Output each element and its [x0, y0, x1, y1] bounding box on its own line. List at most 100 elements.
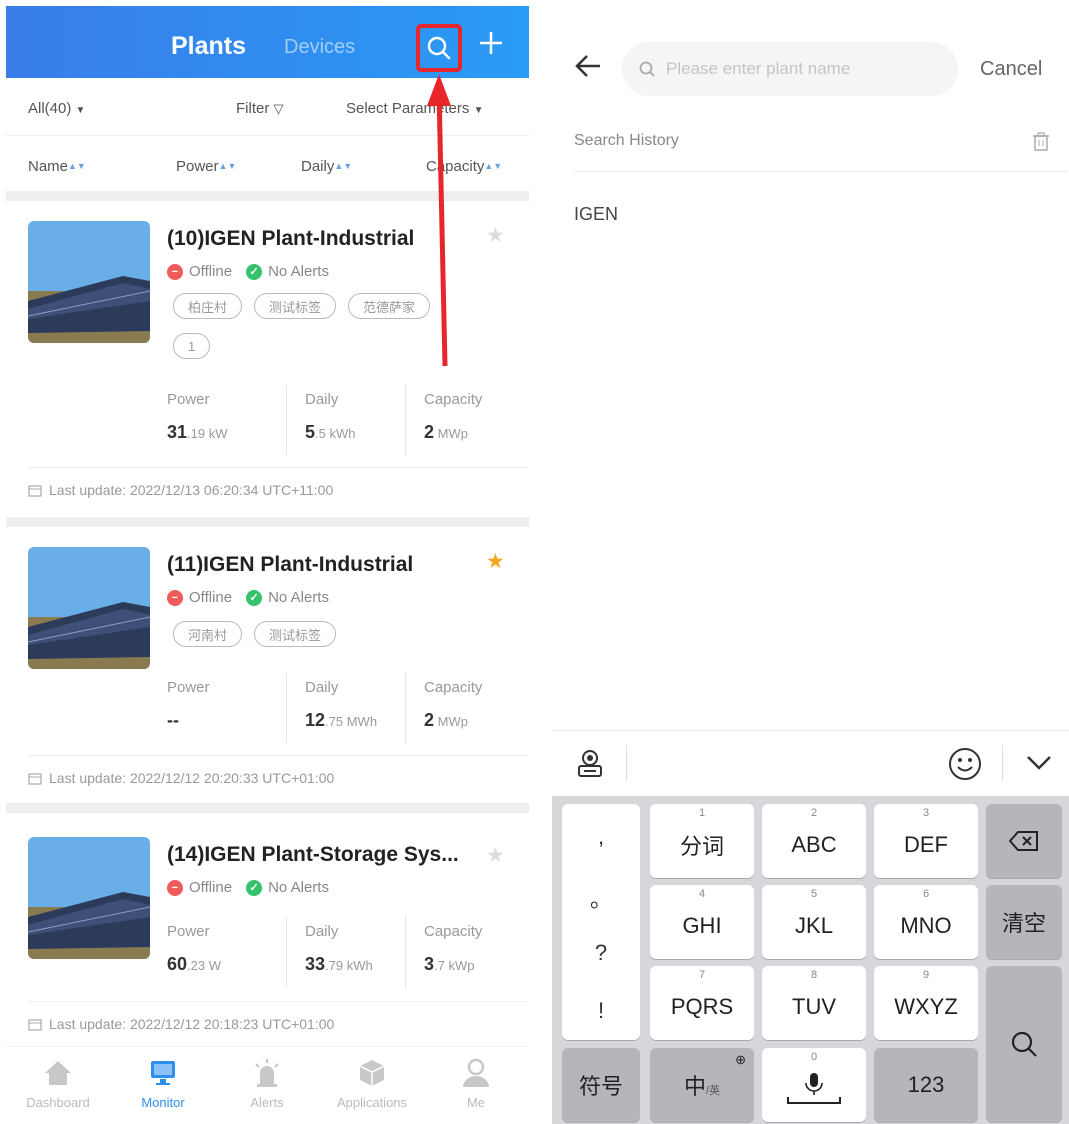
delete-history-button[interactable] — [1032, 132, 1050, 157]
plant-metrics: Power -- Daily 12.75 MWh Capacity 2 MWp — [167, 673, 527, 743]
smiley-icon — [949, 748, 981, 780]
daily-value: 12.75 MWh — [305, 710, 378, 730]
tag: 河南村 — [173, 621, 243, 647]
all-filter-dropdown[interactable]: All(40) ▼ — [28, 100, 85, 117]
home-icon — [8, 1057, 108, 1089]
tab-devices[interactable]: Devices — [284, 36, 355, 59]
check-icon: ✓ — [246, 263, 263, 280]
sort-name[interactable]: Name▲▼ — [28, 158, 86, 175]
favorite-star-icon[interactable]: ★ — [486, 223, 505, 248]
power-value: 31.19 kW — [167, 422, 228, 442]
favorite-star-icon[interactable]: ★ — [486, 549, 505, 574]
tag: 测试标签 — [254, 621, 337, 647]
nav-alerts[interactable]: Alerts — [217, 1057, 317, 1110]
key-5[interactable]: 5 JKL — [762, 885, 866, 959]
divider — [6, 517, 529, 527]
last-update: Last update: 2022/12/13 06:20:34 UTC+11:… — [28, 467, 528, 498]
plants-screen: Plants Devices All(40) ▼ Filter ▽ Select… — [6, 6, 529, 1124]
sort-arrows-icon: ▲▼ — [334, 161, 353, 171]
capacity-value: 3.7 kWp — [424, 954, 475, 974]
language-switch-key[interactable]: ⊕ 中/英 — [650, 1048, 754, 1122]
tag: 测试标签 — [254, 293, 337, 319]
daily-value: 33.79 kWh — [305, 954, 373, 974]
space-key[interactable]: 0 — [762, 1048, 866, 1122]
cancel-button[interactable]: Cancel — [980, 58, 1042, 81]
plant-thumbnail — [28, 837, 150, 959]
alert-siren-icon — [217, 1057, 317, 1089]
search-screen: Cancel Search History IGEN , 。 ? ! 1分词 2… — [552, 6, 1069, 1124]
sort-daily[interactable]: Daily▲▼ — [301, 158, 352, 175]
plus-icon — [480, 32, 502, 54]
clear-key[interactable]: 清空 — [986, 885, 1062, 959]
search-icon — [427, 36, 451, 60]
sort-power[interactable]: Power▲▼ — [176, 158, 236, 175]
plant-thumbnail — [28, 547, 150, 669]
key-3[interactable]: 3 DEF — [874, 804, 978, 878]
caret-down-icon: ▼ — [75, 105, 86, 116]
backspace-icon — [1009, 831, 1038, 851]
plant-title: (14)IGEN Plant-Storage Sys... — [167, 843, 459, 866]
search-icon — [1011, 1031, 1037, 1057]
plant-status: − Offline ✓ No Alerts — [167, 263, 329, 280]
monitor-icon — [113, 1057, 213, 1089]
search-button[interactable] — [416, 24, 462, 72]
microphone-icon — [787, 1073, 841, 1104]
nav-monitor[interactable]: Monitor — [113, 1057, 213, 1110]
sort-capacity[interactable]: Capacity▲▼ — [426, 158, 502, 175]
keyboard-toolbar — [552, 730, 1069, 796]
search-field[interactable] — [622, 42, 958, 96]
tag: 范德萨家 — [348, 293, 431, 319]
plant-card[interactable]: (14)IGEN Plant-Storage Sys... ★ − Offline… — [6, 813, 529, 1046]
key-period[interactable]: 。 — [562, 882, 640, 914]
symbols-key[interactable]: 符号 — [562, 1048, 640, 1122]
select-parameters-dropdown[interactable]: Select Parameters ▼ — [346, 100, 483, 117]
last-update: Last update: 2022/12/12 20:20:33 UTC+01:… — [28, 755, 528, 786]
key-question[interactable]: ? — [562, 940, 640, 966]
plant-card[interactable]: (10)IGEN Plant-Industrial ★ − Offline ✓ No… — [6, 201, 529, 517]
key-6[interactable]: 6 MNO — [874, 885, 978, 959]
collapse-keyboard-button[interactable] — [1026, 755, 1052, 776]
key-exclaim[interactable]: ! — [562, 998, 640, 1024]
nav-dashboard[interactable]: Dashboard — [8, 1057, 108, 1110]
search-input[interactable] — [666, 59, 936, 79]
search-key[interactable] — [986, 966, 1062, 1122]
key-1[interactable]: 1 分词 — [650, 804, 754, 878]
sort-arrows-icon: ▲▼ — [484, 161, 503, 171]
key-comma[interactable]: , — [562, 824, 640, 850]
bottom-navigation: Dashboard Monitor Alerts Applications Me — [6, 1046, 529, 1124]
plant-card[interactable]: (11)IGEN Plant-Industrial ★ − Offline ✓ No… — [6, 527, 529, 803]
nav-me[interactable]: Me — [426, 1057, 526, 1110]
key-9[interactable]: 9 WXYZ — [874, 966, 978, 1040]
divider — [6, 803, 529, 813]
key-4[interactable]: 4 GHI — [650, 885, 754, 959]
numbers-key[interactable]: 123 — [874, 1048, 978, 1122]
power-value: 60.23 W — [167, 954, 221, 974]
favorite-star-icon[interactable]: ★ — [486, 843, 505, 868]
punctuation-column[interactable]: , 。 ? ! — [562, 804, 640, 1040]
calendar-icon — [28, 772, 42, 785]
t9-keyboard: , 。 ? ! 1 分词 2 ABC 3 DEF 4 GHI 5 JKL 6 MNO 清空 … — [552, 796, 1069, 1124]
back-button[interactable] — [574, 54, 602, 83]
key-2[interactable]: 2 ABC — [762, 804, 866, 878]
history-item[interactable]: IGEN — [574, 204, 618, 225]
emoji-button[interactable] — [948, 747, 982, 786]
filter-button[interactable]: Filter ▽ — [236, 100, 284, 117]
add-plant-button[interactable] — [476, 28, 506, 58]
tag-list: 河南村 测试标签 — [173, 621, 337, 647]
check-icon: ✓ — [246, 589, 263, 606]
voice-assistant-icon[interactable] — [574, 747, 606, 784]
offline-icon: − — [167, 589, 183, 606]
capacity-value: 2 MWp — [424, 422, 468, 442]
key-7[interactable]: 7 PQRS — [650, 966, 754, 1040]
tab-plants[interactable]: Plants — [171, 32, 246, 61]
tag-list: 1 — [173, 333, 211, 359]
tag: 柏庄村 — [173, 293, 243, 319]
nav-applications[interactable]: Applications — [322, 1057, 422, 1110]
backspace-key[interactable] — [986, 804, 1062, 878]
funnel-icon: ▽ — [273, 101, 284, 116]
divider — [6, 191, 529, 201]
offline-icon: − — [167, 263, 183, 280]
person-icon — [426, 1057, 526, 1089]
key-8[interactable]: 8 TUV — [762, 966, 866, 1040]
plant-title: (10)IGEN Plant-Industrial — [167, 227, 415, 250]
